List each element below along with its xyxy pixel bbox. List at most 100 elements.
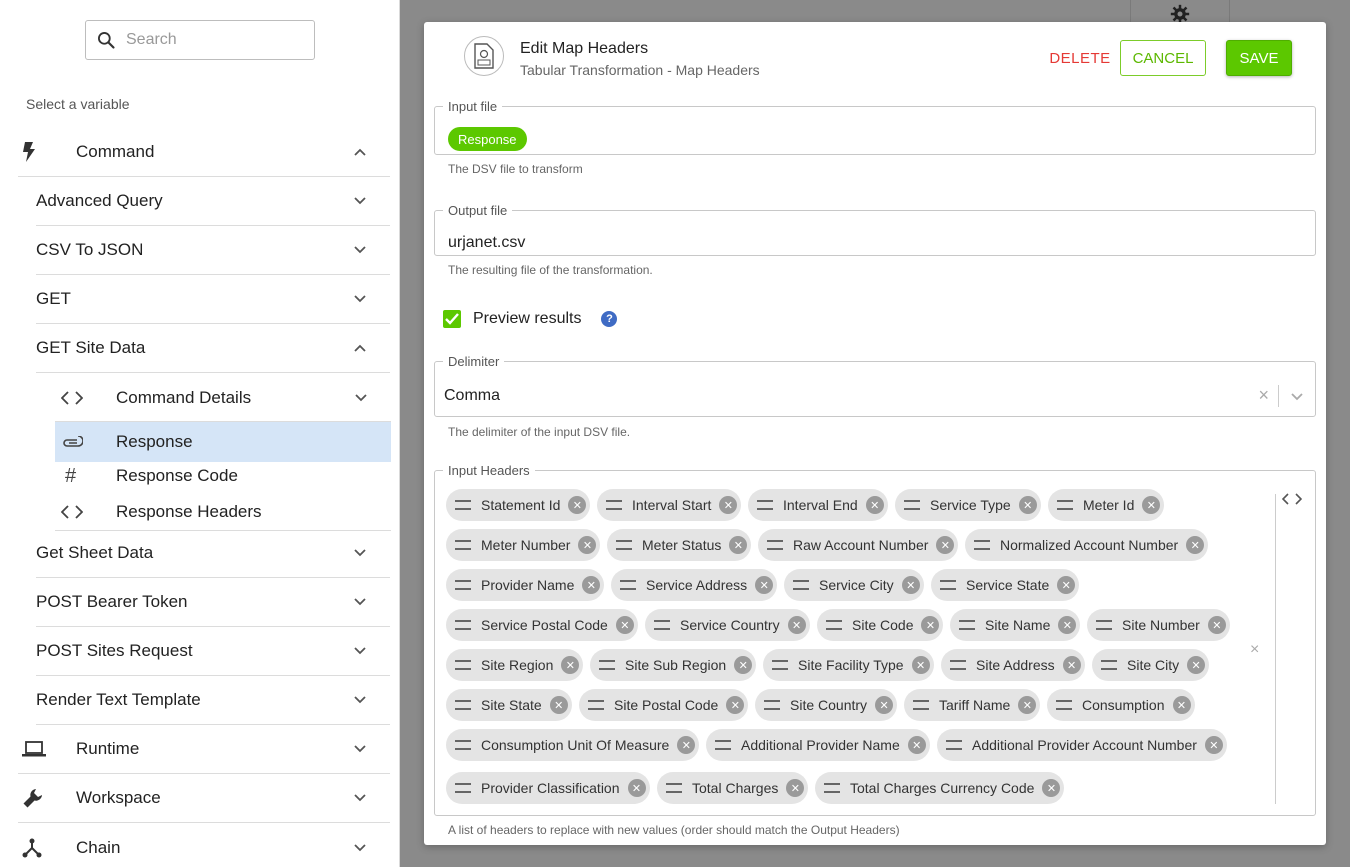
header-chip[interactable]: Meter Id ✕	[1048, 489, 1165, 521]
remove-chip-icon[interactable]: ✕	[787, 616, 806, 634]
drag-handle-icon[interactable]	[606, 500, 622, 510]
drag-handle-icon[interactable]	[620, 580, 636, 590]
clear-all-icon[interactable]: ×	[1250, 641, 1259, 659]
chevron-down-icon[interactable]	[1291, 393, 1303, 401]
remove-chip-icon[interactable]: ✕	[786, 779, 805, 797]
remove-chip-icon[interactable]: ✕	[907, 736, 926, 754]
chevron-down-icon[interactable]	[348, 688, 372, 712]
header-chip[interactable]: Site Region ✕	[446, 649, 584, 681]
drag-handle-icon[interactable]	[599, 660, 615, 670]
drag-handle-icon[interactable]	[904, 500, 920, 510]
drag-handle-icon[interactable]	[1056, 700, 1072, 710]
remove-chip-icon[interactable]: ✕	[1207, 616, 1226, 634]
header-chip[interactable]: Service Type ✕	[895, 489, 1041, 521]
drag-handle-icon[interactable]	[455, 620, 471, 630]
drag-handle-icon[interactable]	[1101, 660, 1117, 670]
remove-chip-icon[interactable]: ✕	[726, 696, 745, 714]
remove-chip-icon[interactable]: ✕	[1142, 496, 1161, 514]
header-chip[interactable]: Meter Status ✕	[607, 529, 752, 561]
command-item-render-text-template[interactable]: Render Text Template	[36, 676, 390, 725]
chevron-down-icon[interactable]	[348, 287, 372, 311]
remove-chip-icon[interactable]: ✕	[578, 536, 597, 554]
drag-handle-icon[interactable]	[757, 500, 773, 510]
header-chip[interactable]: Site Name ✕	[950, 609, 1081, 641]
remove-chip-icon[interactable]: ✕	[729, 536, 748, 554]
drag-handle-icon[interactable]	[455, 700, 471, 710]
drag-handle-icon[interactable]	[959, 620, 975, 630]
remove-chip-icon[interactable]: ✕	[1062, 656, 1081, 674]
delete-button[interactable]: DELETE	[1030, 42, 1130, 74]
header-chip[interactable]: Site Facility Type ✕	[763, 649, 934, 681]
sidebar-item-command[interactable]: Command	[18, 128, 390, 177]
command-item-advanced-query[interactable]: Advanced Query	[36, 177, 390, 226]
header-chip[interactable]: Service Country ✕	[645, 609, 810, 641]
drag-handle-icon[interactable]	[974, 540, 990, 550]
remove-chip-icon[interactable]: ✕	[719, 496, 738, 514]
header-chip[interactable]: Service Address ✕	[611, 569, 778, 601]
header-chip[interactable]: Additional Provider Account Number ✕	[937, 729, 1227, 761]
variable-response-code[interactable]: # Response Code	[55, 458, 391, 494]
header-chip[interactable]: Raw Account Number ✕	[758, 529, 959, 561]
drag-handle-icon[interactable]	[767, 540, 783, 550]
remove-chip-icon[interactable]: ✕	[677, 736, 696, 754]
remove-chip-icon[interactable]: ✕	[921, 616, 940, 634]
remove-chip-icon[interactable]: ✕	[627, 779, 646, 797]
drag-handle-icon[interactable]	[455, 500, 471, 510]
header-chip[interactable]: Total Charges Currency Code ✕	[815, 772, 1065, 804]
cancel-button[interactable]: CANCEL	[1120, 40, 1206, 76]
drag-handle-icon[interactable]	[1096, 620, 1112, 630]
header-chip[interactable]: Service State ✕	[931, 569, 1080, 601]
header-chip[interactable]: Site State ✕	[446, 689, 572, 721]
input-file-variable-pill[interactable]: Response	[448, 127, 527, 151]
chevron-down-icon[interactable]	[348, 836, 372, 860]
drag-handle-icon[interactable]	[666, 783, 682, 793]
chevron-up-icon[interactable]	[348, 336, 372, 360]
remove-chip-icon[interactable]: ✕	[549, 696, 568, 714]
header-chip[interactable]: Statement Id ✕	[446, 489, 591, 521]
output-file-value[interactable]: urjanet.csv	[448, 234, 525, 252]
drag-handle-icon[interactable]	[826, 620, 842, 630]
drag-handle-icon[interactable]	[940, 580, 956, 590]
gear-icon[interactable]	[1170, 4, 1190, 24]
remove-chip-icon[interactable]: ✕	[1018, 696, 1037, 714]
chevron-down-icon[interactable]	[348, 639, 372, 663]
save-button[interactable]: SAVE	[1226, 40, 1292, 76]
drag-handle-icon[interactable]	[913, 700, 929, 710]
clear-icon[interactable]: ×	[1258, 385, 1269, 406]
remove-chip-icon[interactable]: ✕	[615, 616, 634, 634]
drag-handle-icon[interactable]	[824, 783, 840, 793]
remove-chip-icon[interactable]: ✕	[901, 576, 920, 594]
search-input[interactable]	[126, 31, 306, 49]
remove-chip-icon[interactable]: ✕	[911, 656, 930, 674]
remove-chip-icon[interactable]: ✕	[582, 576, 601, 594]
preview-results-checkbox[interactable]	[443, 310, 461, 328]
header-chip[interactable]: Total Charges ✕	[657, 772, 809, 804]
drag-handle-icon[interactable]	[950, 660, 966, 670]
command-item-csv-to-json[interactable]: CSV To JSON	[36, 226, 390, 275]
chevron-down-icon[interactable]	[348, 590, 372, 614]
remove-chip-icon[interactable]: ✕	[1042, 779, 1061, 797]
header-chip[interactable]: Meter Number ✕	[446, 529, 601, 561]
header-chip[interactable]: Consumption ✕	[1047, 689, 1195, 721]
drag-handle-icon[interactable]	[764, 700, 780, 710]
command-item-get-sheet-data[interactable]: Get Sheet Data	[36, 529, 390, 578]
sidebar-item-workspace[interactable]: Workspace	[18, 774, 390, 823]
drag-handle-icon[interactable]	[946, 740, 962, 750]
command-item-post-bearer-token[interactable]: POST Bearer Token	[36, 578, 390, 627]
variable-response[interactable]: Response	[55, 422, 391, 462]
header-chip[interactable]: Provider Name ✕	[446, 569, 605, 601]
command-item-get-site-data[interactable]: GET Site Data	[36, 324, 390, 373]
drag-handle-icon[interactable]	[588, 700, 604, 710]
drag-handle-icon[interactable]	[455, 783, 471, 793]
header-chip[interactable]: Normalized Account Number ✕	[965, 529, 1209, 561]
drag-handle-icon[interactable]	[715, 740, 731, 750]
header-chip[interactable]: Interval Start ✕	[597, 489, 742, 521]
chevron-up-icon[interactable]	[348, 140, 372, 164]
header-chip[interactable]: Interval End ✕	[748, 489, 888, 521]
remove-chip-icon[interactable]: ✕	[1172, 696, 1191, 714]
code-toggle-icon[interactable]	[1280, 490, 1304, 508]
delimiter-value[interactable]: Comma	[444, 387, 500, 405]
chevron-down-icon[interactable]	[348, 786, 372, 810]
remove-chip-icon[interactable]: ✕	[875, 696, 894, 714]
remove-chip-icon[interactable]: ✕	[561, 656, 580, 674]
